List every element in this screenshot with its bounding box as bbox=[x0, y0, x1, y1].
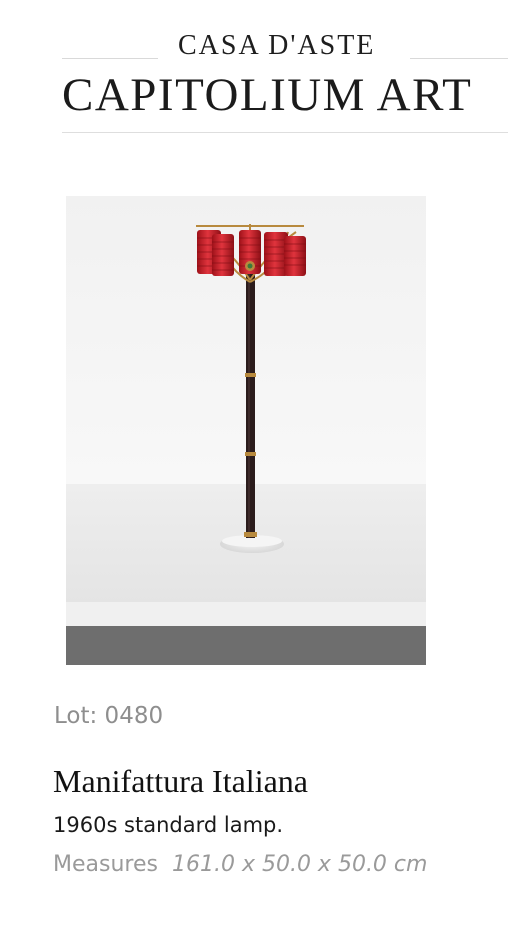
logo-divider-left bbox=[62, 58, 158, 59]
lot-description: 1960s standard lamp. bbox=[53, 813, 284, 837]
lamp-stem bbox=[246, 256, 255, 538]
logo-top-row: CASA D'ASTE bbox=[62, 28, 508, 68]
logo-subtitle: CASA D'ASTE bbox=[178, 30, 376, 61]
lot-image[interactable] bbox=[66, 196, 426, 665]
measures-value: 161.0 x 50.0 x 50.0 cm bbox=[171, 852, 428, 877]
header-divider bbox=[62, 132, 508, 133]
measures-label: Measures bbox=[53, 852, 158, 877]
lot-artist[interactable]: Manifattura Italiana bbox=[53, 763, 308, 800]
logo-title: CAPITOLIUM ART bbox=[62, 69, 473, 121]
lot-number: Lot: 0480 bbox=[54, 703, 164, 729]
logo-divider-right bbox=[410, 58, 508, 59]
lot-measures: Measures 161.0 x 50.0 x 50.0 cm bbox=[53, 850, 473, 879]
lamp-photo bbox=[66, 196, 426, 665]
site-logo[interactable]: CASA D'ASTE CAPITOLIUM ART bbox=[62, 28, 508, 134]
